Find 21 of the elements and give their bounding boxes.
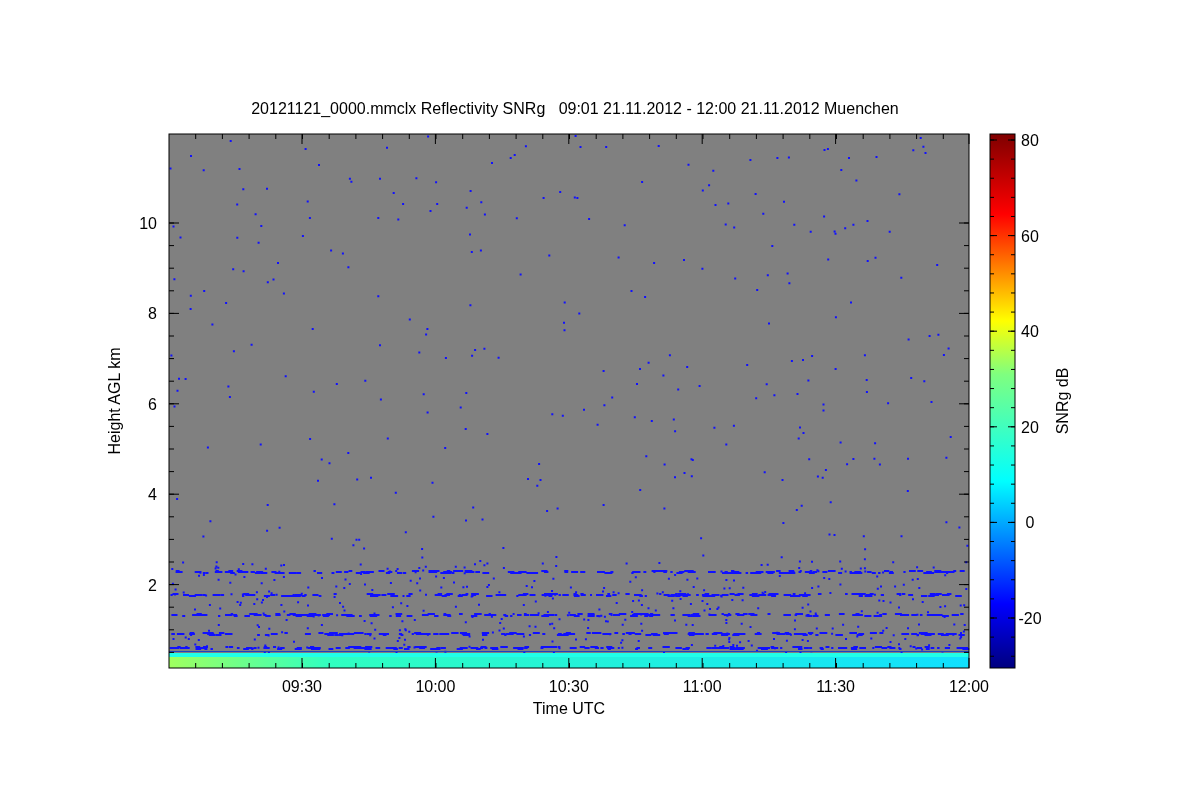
colorbar-tick-label: 60 [1021,227,1039,245]
y-axis-label: Height AGL km [106,347,123,455]
x-tick-label: 09:30 [282,678,322,695]
colorbar-tick-label: -20 [1018,610,1042,627]
y-tick-label: 6 [148,395,157,413]
colorbar-tick-label: 20 [1021,418,1039,436]
x-tick-label: 11:00 [682,678,722,695]
colorbar-tick-label: 40 [1021,323,1039,341]
y-tick-label: 8 [148,305,157,323]
y-tick-label: 10 [139,215,157,232]
plot-title: 20121121_0000.mmclx Reflectivity SNRg 09:01 21.11.2012 - 12:00 21.11.2012 Muenchen [251,100,899,117]
y-tick-label: 2 [148,576,157,594]
x-tick-label: 12:00 [949,678,989,695]
colorbar-label: SNRg dB [1054,367,1071,435]
x-tick-label: 10:30 [548,678,589,695]
x-axis-label: Time UTC [532,700,606,717]
x-tick-label: 10:00 [415,678,456,695]
y-tick-label: 4 [148,486,157,504]
colorbar-tick-label: 80 [1021,132,1039,149]
colorbar-tick-label: 0 [1025,514,1035,532]
x-tick-label: 11:30 [816,678,856,695]
